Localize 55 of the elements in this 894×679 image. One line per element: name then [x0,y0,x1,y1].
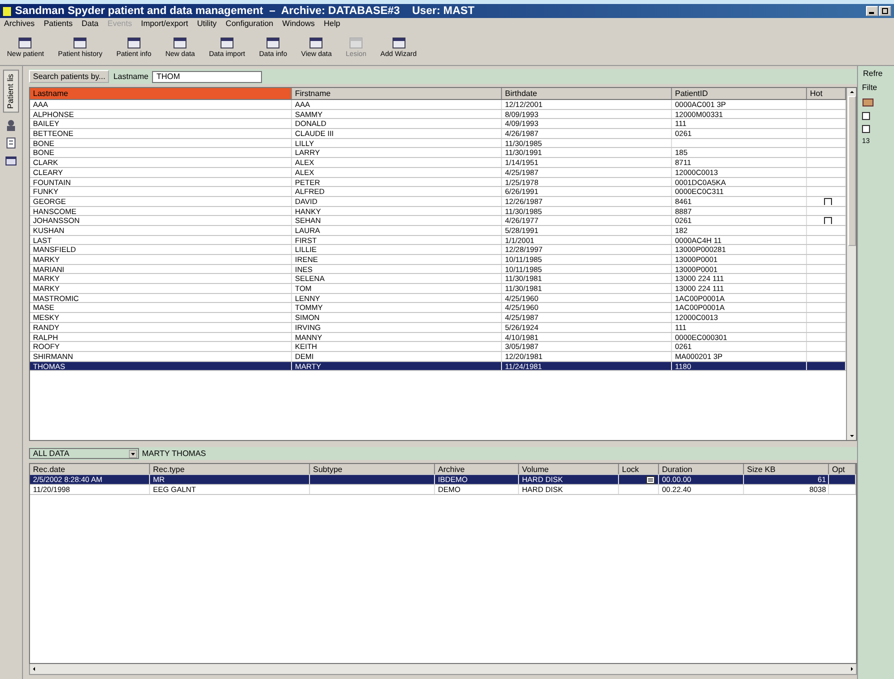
patient-name: MARTY THOMAS [142,449,206,458]
person-icon[interactable] [5,118,17,131]
column-header[interactable]: Subtype [310,464,435,474]
menu-item[interactable]: Windows [282,18,315,29]
window-icon [309,36,324,48]
scroll-thumb[interactable] [848,96,856,246]
column-header[interactable]: Lock [619,464,659,474]
minimize-button[interactable] [866,6,878,16]
checkbox[interactable] [862,112,870,120]
folder-icon[interactable] [862,97,874,107]
checkbox[interactable] [862,125,870,133]
search-button[interactable]: Search patients by... [29,70,110,83]
data-filter-dropdown[interactable]: ALL DATA [29,448,139,459]
scrollbar[interactable] [29,664,857,675]
field-label: Lastname [112,72,150,81]
scroll-down-icon[interactable] [848,432,856,440]
side-tab[interactable]: Patient lis [3,70,19,113]
menu-item[interactable]: Import/export [140,18,188,29]
window-icon [392,36,406,48]
maximize-icon [882,8,888,14]
column-header[interactable]: Opt [829,464,856,474]
column-header[interactable]: Rec.date [30,464,150,474]
window-icon [173,36,188,48]
column-header[interactable]: Size KB [744,464,829,474]
menu-item[interactable]: Configuration [226,18,274,29]
column-header[interactable]: Hot [807,88,846,99]
document-icon[interactable] [5,136,17,149]
window-title: Sandman Spyder patient and data management – Archive: DATABASE#3 User: MAST [15,5,476,17]
column-header[interactable]: Volume [519,464,619,474]
search-field[interactable]: THOM [152,70,262,82]
dropdown-arrow-icon [129,450,137,458]
window-icon [18,36,32,48]
column-header[interactable]: Duration [659,464,744,474]
refresh-button[interactable]: Refre [862,69,884,78]
column-header[interactable]: Birthdate [502,88,672,99]
menu-item[interactable]: Data [82,18,98,29]
filter-label: Filte [862,83,878,92]
menu-item[interactable]: Utility [197,18,217,29]
window-icon [73,36,88,48]
window-icon [266,36,280,48]
maximize-button[interactable] [879,6,891,16]
window-icon [349,36,364,48]
scrollbar[interactable] [846,88,856,440]
window-icon [126,36,141,48]
column-header[interactable]: Rec.type [150,464,310,474]
column-header[interactable]: PatientID [672,88,807,99]
menu-item[interactable]: Archives [4,18,35,29]
menu-item[interactable]: Help [324,18,340,29]
window-icon [220,36,234,48]
menu-item[interactable]: Patients [44,18,73,29]
column-header[interactable]: Lastname [30,88,292,99]
column-header[interactable]: Firstname [292,88,502,99]
app-icon [3,6,11,16]
window-icon[interactable] [5,154,17,167]
column-header[interactable]: Archive [435,464,519,474]
